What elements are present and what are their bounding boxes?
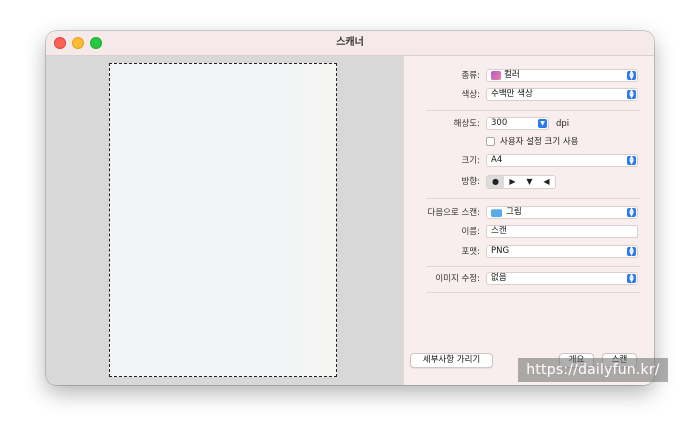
orientation-segmented-control: ● ▶ ▼ ◀ <box>486 175 556 189</box>
color-value: 수백만 색상 <box>491 89 533 99</box>
scan-to-row: 다음으로 스캔: 그림 ▲ ▼ <box>404 206 654 220</box>
orientation-label: 방향: <box>461 177 480 187</box>
format-label: 포맷: <box>461 247 480 257</box>
resolution-row: 해상도: 300 ▼ dpi <box>404 117 654 131</box>
format-row: 포맷: PNG ▲ ▼ <box>404 245 654 259</box>
orientation-upright-icon[interactable]: ● <box>487 176 504 188</box>
format-select[interactable]: PNG ▲ ▼ <box>486 245 638 258</box>
chevron-down-icon[interactable]: ▼ <box>538 119 547 128</box>
resolution-unit: dpi <box>556 119 570 129</box>
resolution-label: 해상도: <box>453 119 480 129</box>
hide-details-button[interactable]: 세부사항 가리기 <box>410 353 493 368</box>
image-correction-value: 없음 <box>491 273 507 283</box>
size-select[interactable]: A4 ▲ ▼ <box>486 154 638 167</box>
name-input[interactable]: 스캔 <box>486 225 638 238</box>
size-row: 크기: A4 ▲ ▼ <box>404 154 654 168</box>
kind-label: 종류: <box>461 71 480 81</box>
orientation-row: 방향: ● ▶ ▼ ◀ <box>404 175 654 189</box>
kind-value: 컬러 <box>504 70 520 80</box>
chevron-updown-icon: ▲ ▼ <box>627 155 636 165</box>
divider <box>426 198 640 199</box>
scan-to-label: 다음으로 스캔: <box>427 208 481 218</box>
folder-icon <box>491 209 502 217</box>
scan-selection-frame[interactable] <box>109 63 337 377</box>
divider <box>426 266 640 267</box>
resolution-value: 300 <box>491 118 508 128</box>
color-label: 색상: <box>461 90 480 100</box>
window-title: 스캐너 <box>336 37 364 48</box>
orientation-upside-down-icon[interactable]: ▼ <box>521 176 538 188</box>
divider <box>426 292 640 293</box>
scan-to-select[interactable]: 그림 ▲ ▼ <box>486 206 638 219</box>
image-correction-row: 이미지 수정: 없음 ▲ ▼ <box>404 272 654 286</box>
scan-settings-panel: 종류: 컬러 ▲▼ 색상: 수백만 색상 ▲▼ 해상도: 300 ▼ dpi <box>403 56 654 385</box>
chevron-updown-icon: ▲ ▼ <box>627 89 636 99</box>
resolution-combobox[interactable]: 300 ▼ <box>486 117 549 130</box>
scan-preview-area[interactable] <box>46 56 403 385</box>
scan-to-value: 그림 <box>506 207 522 217</box>
chevron-updown-icon: ▲ ▼ <box>627 273 636 283</box>
color-row: 색상: 수백만 색상 ▲ ▼ <box>404 88 654 102</box>
scanner-window: 스캐너 종류: 컬러 ▲ ▼ 색상: 수백만 색상 ▲ ▼ 해상도: 300 ▼… <box>46 31 654 385</box>
chevron-updown-icon: ▲ ▼ <box>627 70 636 80</box>
chevron-updown-icon: ▲ ▼ <box>627 246 636 256</box>
watermark-text: https://dailyfun.kr/ <box>518 358 668 382</box>
image-correction-label: 이미지 수정: <box>435 274 480 284</box>
custom-size-label[interactable]: 사용자 설정 크기 사용 <box>500 135 579 149</box>
orientation-rotate-right-icon[interactable]: ◀ <box>538 176 555 188</box>
size-value: A4 <box>491 155 503 165</box>
size-label: 크기: <box>461 156 480 166</box>
name-label: 이름: <box>461 227 480 237</box>
orientation-rotate-left-icon[interactable]: ▶ <box>504 176 521 188</box>
divider <box>426 110 640 111</box>
image-correction-select[interactable]: 없음 ▲ ▼ <box>486 272 638 285</box>
color-flower-icon <box>491 71 501 80</box>
custom-size-checkbox[interactable] <box>486 137 495 146</box>
chevron-updown-icon: ▲ ▼ <box>627 207 636 217</box>
title-bar: 스캐너 <box>46 31 654 56</box>
name-row: 이름: 스캔 <box>404 225 654 239</box>
format-value: PNG <box>491 246 510 256</box>
color-select[interactable]: 수백만 색상 ▲ ▼ <box>486 88 638 101</box>
kind-select[interactable]: 컬러 ▲ ▼ <box>486 69 638 82</box>
custom-size-row: 사용자 설정 크기 사용 <box>404 135 654 149</box>
kind-row: 종류: 컬러 ▲ ▼ <box>404 69 654 83</box>
